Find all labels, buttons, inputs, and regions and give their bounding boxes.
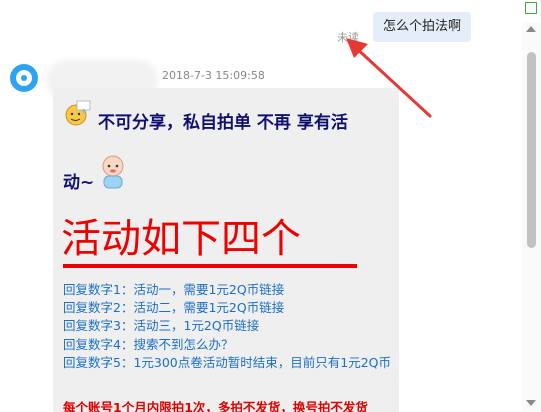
corner-checkbox[interactable] [525, 2, 537, 14]
reply-option-1[interactable]: 回复数字1：活动一，需要1元2Q币链接 [63, 281, 393, 299]
incoming-message-card[interactable]: 不可分享，私自拍单 不再 享有活 动~ 活动如下四个 回复数字1：活动一，需要1… [53, 88, 399, 412]
sweat-face-emoji-icon [65, 100, 91, 126]
notice-line-2: 动~ [63, 173, 95, 193]
purchase-limit-warning: 每个账号1个月内限拍1次，多拍不发货，换号拍不发货 [63, 400, 368, 412]
reply-option-5[interactable]: 回复数字5：1元300点卷活动暂时结束，目前只有1元2Q币 [63, 354, 393, 372]
message-timestamp: 2018-7-3 15:09:58 [162, 69, 265, 82]
headline-underline [63, 264, 357, 268]
avatar-glyph-icon [16, 70, 32, 86]
reply-option-3[interactable]: 回复数字3：活动三，1元2Q币链接 [63, 317, 393, 335]
scrollbar-thumb[interactable] [527, 52, 536, 248]
sender-avatar[interactable] [10, 64, 38, 92]
scroll-up-arrow-icon[interactable] [526, 26, 536, 32]
notice-line-1: 不可分享，私自拍单 不再 享有活 [98, 113, 348, 133]
scroll-down-arrow-icon[interactable] [526, 400, 536, 406]
activity-headline: 活动如下四个 [61, 216, 301, 262]
reply-option-4[interactable]: 回复数字4：搜索不到怎么办？ [63, 336, 393, 354]
baby-emoji-icon [102, 155, 124, 189]
reply-option-2[interactable]: 回复数字2：活动二，需要1元2Q币链接 [63, 299, 393, 317]
reply-options-list: 回复数字1：活动一，需要1元2Q币链接 回复数字2：活动二，需要1元2Q币链接 … [63, 281, 393, 372]
chat-window: 怎么个拍法啊 未读 2018-7-3 15:09:58 不可分享，私自拍单 不再… [0, 0, 541, 412]
top-strip [0, 0, 541, 6]
